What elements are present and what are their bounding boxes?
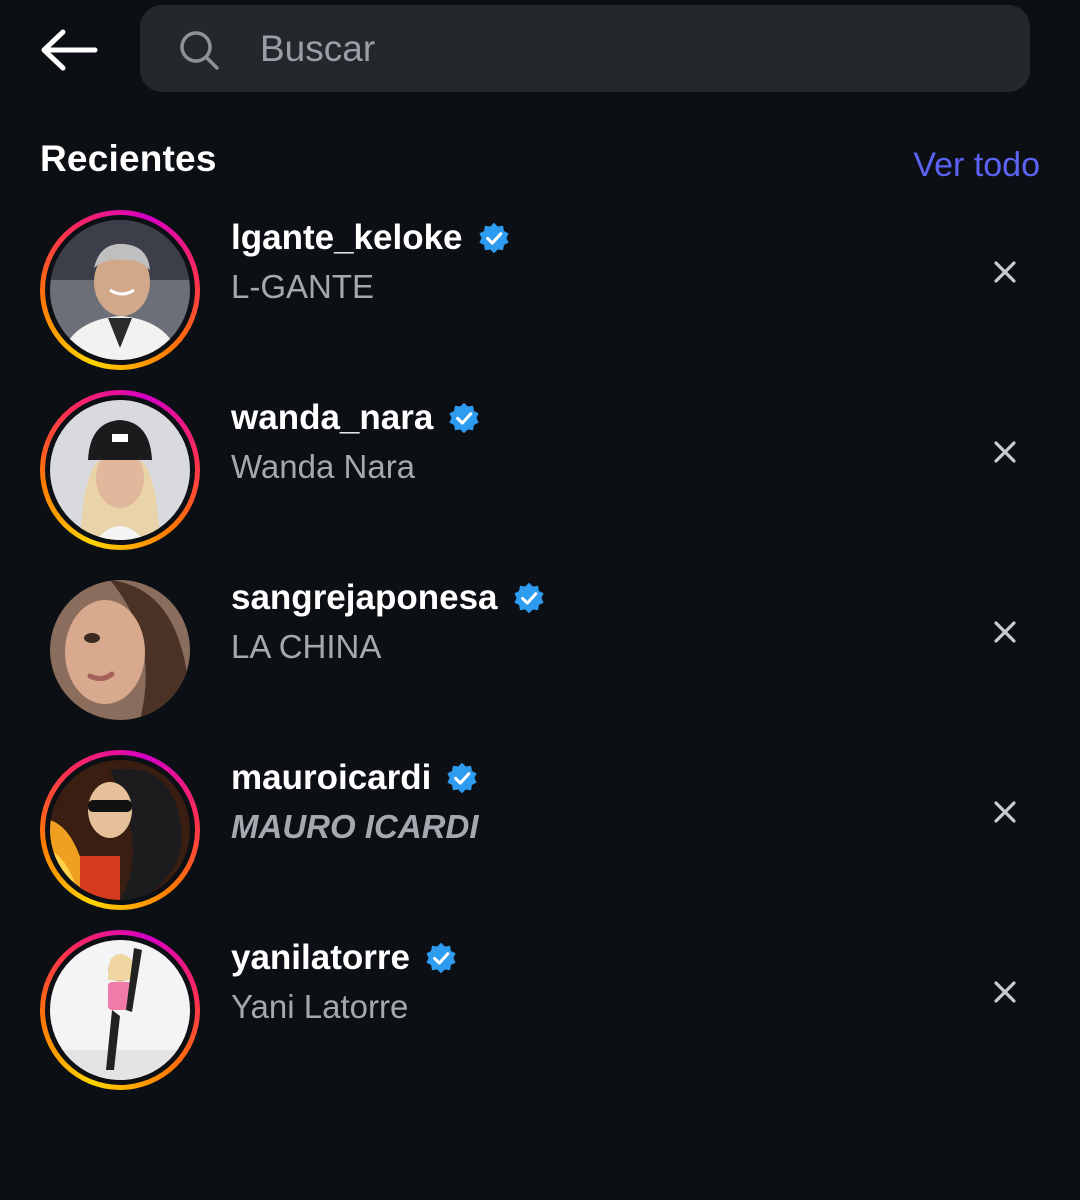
search-bar[interactable] [140, 5, 1030, 92]
full-name: Wanda Nara [231, 448, 416, 485]
verified-badge-icon [447, 762, 477, 794]
full-name: LA CHINA [231, 628, 382, 665]
back-button[interactable] [36, 22, 102, 78]
username: wanda_nara [231, 398, 481, 438]
close-icon [994, 981, 1016, 1003]
avatar [50, 940, 190, 1080]
avatar [50, 760, 190, 900]
full-name: L-GANTE [231, 268, 375, 305]
username: mauroicardi [231, 758, 479, 798]
story-ring [40, 210, 200, 370]
story-ring [40, 390, 200, 550]
arrow-left-icon [41, 29, 98, 71]
full-name: MAURO ICARDI [231, 808, 479, 845]
recent-title: Recientes [40, 138, 217, 179]
close-icon [994, 261, 1016, 283]
remove-recent-button[interactable] [983, 790, 1027, 834]
recent-item[interactable]: mauroicardi MAURO ICARDI [0, 720, 1080, 910]
username: sangrejaponesa [231, 578, 546, 618]
remove-recent-button[interactable] [983, 250, 1027, 294]
recent-item[interactable]: yanilatorre Yani Latorre [0, 900, 1080, 1090]
close-icon [994, 441, 1016, 463]
recent-item[interactable]: sangrejaponesa LA CHINA [0, 540, 1080, 720]
avatar-frame [40, 570, 200, 730]
remove-recent-button[interactable] [983, 970, 1027, 1014]
remove-recent-button[interactable] [983, 610, 1027, 654]
recent-item[interactable]: lgante_keloke L-GANTE [0, 180, 1080, 370]
avatar [50, 400, 190, 540]
remove-recent-button[interactable] [983, 430, 1027, 474]
verified-badge-icon [513, 582, 544, 614]
search-screen: Recientes Ver todo lgante_keloke [0, 0, 1080, 1200]
search-icon [180, 31, 219, 70]
username: lgante_keloke [231, 218, 511, 258]
avatar [50, 580, 190, 720]
verified-badge-icon [449, 402, 479, 434]
story-ring [40, 930, 200, 1090]
close-icon [994, 621, 1016, 643]
verified-badge-icon [478, 222, 509, 254]
recent-item[interactable]: wanda_nara Wanda Nara [0, 360, 1080, 550]
avatar [50, 220, 190, 360]
story-ring [40, 750, 200, 910]
search-input[interactable] [260, 5, 1000, 92]
verified-badge-icon [426, 942, 456, 974]
username: yanilatorre [231, 938, 458, 978]
close-icon [994, 801, 1016, 823]
full-name: Yani Latorre [231, 988, 409, 1025]
